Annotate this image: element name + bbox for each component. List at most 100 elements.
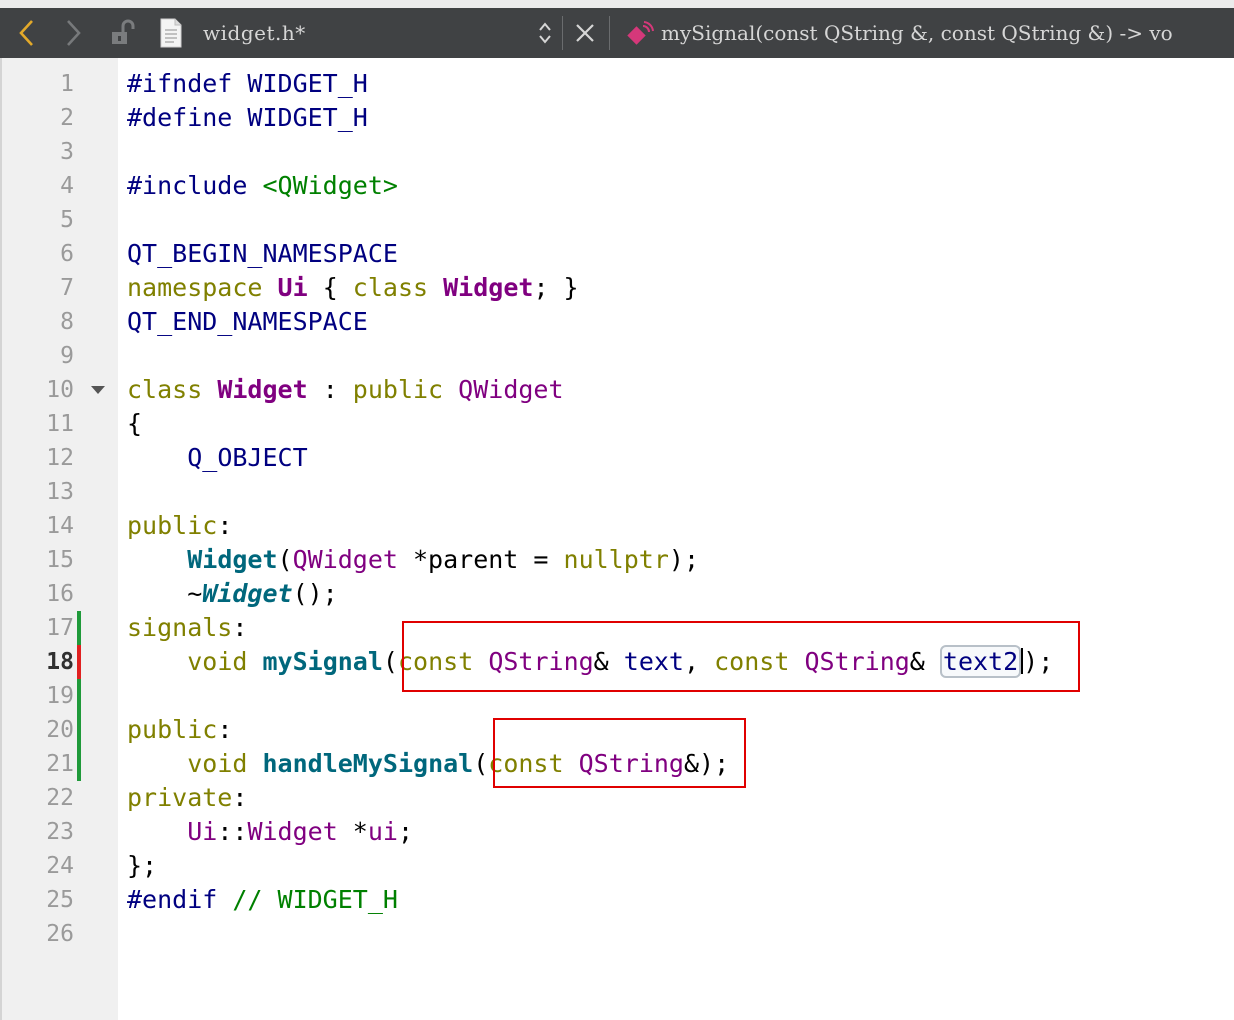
code-token: public [352,375,444,404]
code-line[interactable]: namespace Ui { class Widget; } [127,271,1227,305]
code-token: ( [382,647,398,676]
lock-button[interactable] [108,8,138,58]
code-token: Ui [187,817,218,846]
code-token: #endif [127,885,233,914]
code-line[interactable]: { [127,407,1227,441]
line-number: 11 [46,411,74,437]
code-line[interactable]: #include <QWidget> [127,169,1227,203]
code-token: :: [217,817,248,846]
code-line[interactable] [127,475,1227,509]
code-line[interactable]: void handleMySignal(const QString&); [127,747,1227,781]
code-line[interactable]: #ifndef WIDGET_H [127,67,1227,101]
code-token: & [593,647,624,676]
code-token: QString [578,749,684,778]
code-token: void [187,749,248,778]
code-token: Ui [277,273,308,302]
code-token: : [217,511,233,540]
code-token: ); [668,545,699,574]
code-token: & [909,647,940,676]
line-number: 2 [60,105,74,131]
line-number: 12 [46,445,74,471]
code-line[interactable] [127,679,1227,713]
code-line[interactable]: Ui::Widget *ui; [127,815,1227,849]
line-number: 1 [60,71,74,97]
code-token: QWidget [292,545,398,574]
line-number: 22 [46,785,74,811]
code-token: ); [1023,647,1054,676]
code-token: nullptr [563,545,669,574]
code-line[interactable]: private: [127,781,1227,815]
open-document-name[interactable]: widget.h* [203,8,306,58]
code-token: #define WIDGET_H [127,103,368,132]
code-line[interactable]: Widget(QWidget *parent = nullptr); [127,543,1227,577]
code-line[interactable]: public: [127,509,1227,543]
code-line[interactable]: #endif // WIDGET_H [127,883,1227,917]
change-marker [77,747,81,781]
code-token: , [684,647,715,676]
line-number: 9 [60,343,74,369]
code-line[interactable]: QT_BEGIN_NAMESPACE [127,237,1227,271]
line-number: 15 [46,547,74,573]
window-top-strip [0,0,1234,8]
code-line[interactable]: Q_OBJECT [127,441,1227,475]
code-token: { [307,273,353,302]
line-number-gutter: 1 2 3 4 5 6 7 8 9 10 11 12 13 14 15 16 17 18 19 20 21 22 23 24 2… [0,58,118,1020]
code-token: private [127,783,233,812]
code-token: const [488,749,564,778]
code-token: text [623,647,684,676]
current-symbol-selector[interactable]: mySignal(const QString &, const QString … [661,8,1234,58]
code-token: *parent = [397,545,564,574]
line-number: 26 [46,921,74,947]
code-token: public [127,715,218,744]
code-token: // WIDGET_H [232,885,398,914]
code-token: ( [473,749,489,778]
unlock-icon [112,19,135,44]
code-line[interactable]: QT_END_NAMESPACE [127,305,1227,339]
code-token: class [352,273,429,302]
file-icon-wrapper [155,8,187,58]
code-token: namespace [127,273,263,302]
code-token: QWidget [458,375,564,404]
line-number: 24 [46,853,74,879]
back-button[interactable] [12,8,42,58]
line-number: 5 [60,207,74,233]
code-line[interactable]: #define WIDGET_H [127,101,1227,135]
code-line[interactable]: class Widget : public QWidget [127,373,1227,407]
change-marker [77,713,81,747]
code-line[interactable]: }; [127,849,1227,883]
code-line[interactable] [127,339,1227,373]
code-token: ; } [533,273,579,302]
code-token: <QWidget> [262,171,398,200]
forward-button[interactable] [58,8,88,58]
code-token: #ifndef WIDGET_H [127,69,368,98]
fold-toggle-icon[interactable] [91,386,105,394]
line-number: 20 [46,717,74,743]
code-token: Q_OBJECT [187,443,308,472]
code-token: signals [127,613,233,642]
line-number: 10 [46,377,74,403]
line-number: 23 [46,819,74,845]
code-token: (); [292,579,338,608]
code-line[interactable] [127,203,1227,237]
close-document-button[interactable] [570,8,600,58]
document-switcher-button[interactable] [534,8,556,58]
signal-symbol-icon [627,21,654,45]
code-line[interactable]: void mySignal(const QString& text, const… [127,645,1227,679]
line-number: 21 [46,751,74,777]
code-token: * [337,817,368,846]
up-down-arrows-icon [539,22,551,44]
code-line[interactable]: ~Widget(); [127,577,1227,611]
code-line[interactable]: public: [127,713,1227,747]
code-line[interactable] [127,135,1227,169]
code-line[interactable]: signals: [127,611,1227,645]
code-token: Widget [247,817,338,846]
code-line[interactable] [127,917,1227,951]
